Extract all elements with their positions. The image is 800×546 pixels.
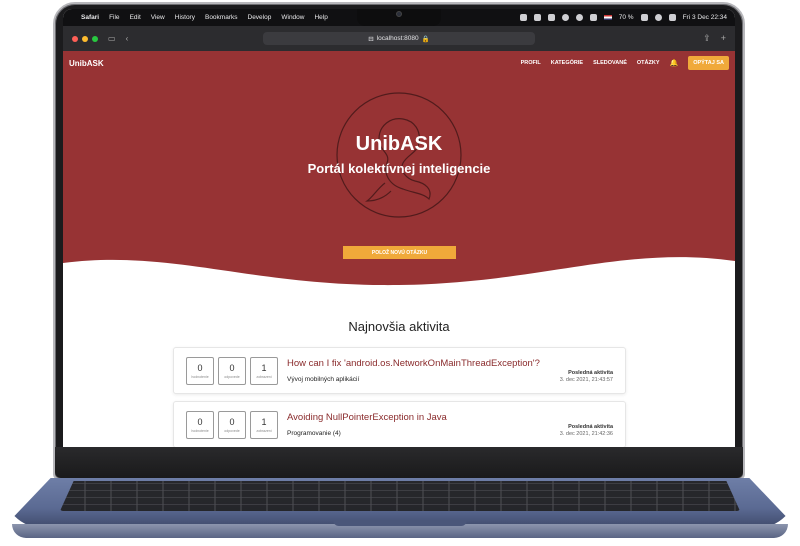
question-category[interactable]: Programovanie (4): [287, 430, 341, 437]
menubar-item-file[interactable]: File: [109, 14, 119, 21]
battery-percent[interactable]: 70 %: [619, 14, 634, 21]
answers-label: odpovede: [224, 429, 240, 433]
views-label: zobrazení: [256, 429, 272, 433]
page-settings-icon[interactable]: ⊟: [368, 35, 373, 43]
question-last-activity: Posledná aktivita 3. dec 2021, 21:43:57: [560, 370, 613, 383]
sync-icon[interactable]: [575, 14, 583, 21]
menubar-clock[interactable]: Fri 3 Dec 22:34: [683, 14, 727, 21]
votes-box: 0 hodnotenie: [186, 411, 214, 439]
latest-activity-heading: Najnovšia aktivita: [348, 319, 450, 334]
menubar-item-history[interactable]: History: [175, 14, 195, 21]
votes-label: hodnotenie: [191, 375, 209, 379]
bell-icon[interactable]: 🔔: [670, 59, 679, 67]
control-center-icon[interactable]: [668, 14, 676, 21]
question-card[interactable]: 0 hodnotenie 0 odpovede 1 zobrazení How …: [173, 347, 626, 394]
laptop-base-rim: [12, 524, 788, 538]
menubar-item-bookmarks[interactable]: Bookmarks: [205, 14, 238, 21]
answers-box: 0 odpovede: [218, 411, 246, 439]
parking-icon[interactable]: [519, 14, 527, 21]
lock-icon: 🔒: [421, 35, 430, 43]
votes-count: 0: [197, 417, 203, 427]
creative-cloud-icon[interactable]: [561, 14, 569, 21]
nav-link-profile[interactable]: PROFIL: [521, 60, 541, 66]
menubar-item-develop[interactable]: Develop: [248, 14, 272, 21]
views-box: 1 zobrazení: [250, 357, 278, 385]
zoom-window-button[interactable]: [92, 35, 98, 42]
last-activity-label: Posledná aktivita: [568, 424, 613, 430]
question-stats: 0 hodnotenie 0 odpovede 1 zobrazení: [186, 411, 278, 439]
web-page: UnibASK PROFIL KATEGÓRIE SLEDOVANÉ OTÁZK…: [63, 51, 735, 447]
grid-icon[interactable]: [547, 14, 555, 21]
address-bar[interactable]: ⊟ localhost:8080 🔒: [263, 32, 535, 45]
question-last-activity: Posledná aktivita 3. dec 2021, 21:42:36: [560, 424, 613, 437]
views-count: 1: [261, 417, 267, 427]
menubar-item-help[interactable]: Help: [314, 14, 327, 21]
question-category[interactable]: Vývoj mobilných aplikácií: [287, 376, 359, 383]
hero-title: UnibASK: [355, 133, 443, 155]
views-box: 1 zobrazení: [250, 411, 278, 439]
window-controls: [72, 35, 98, 42]
laptop-keyboard: [60, 481, 740, 511]
wifi-icon[interactable]: [654, 14, 662, 21]
question-stats: 0 hodnotenie 0 odpovede 1 zobrazení: [186, 357, 278, 385]
address-bar-url: localhost:8080: [376, 35, 419, 42]
question-title-link[interactable]: How can I fix 'android.os.NetworkOnMainT…: [287, 358, 540, 369]
answers-count: 0: [229, 363, 235, 373]
laptop-screen: Safari File Edit View History Bookmarks …: [63, 9, 735, 447]
hero-subtitle: Portál kolektívnej inteligencie: [307, 161, 491, 176]
laptop-hinge-notch: [333, 520, 467, 526]
safari-toolbar: ▭ ‹ ⊟ localhost:8080 🔒 ⇪ +: [63, 26, 735, 51]
close-window-button[interactable]: [72, 35, 78, 42]
answers-box: 0 odpovede: [218, 357, 246, 385]
share-icon[interactable]: ⇪: [703, 33, 711, 44]
views-count: 1: [261, 363, 267, 373]
nav-link-questions[interactable]: OTÁZKY: [637, 60, 660, 66]
votes-box: 0 hodnotenie: [186, 357, 214, 385]
answers-label: odpovede: [224, 375, 240, 379]
battery-icon[interactable]: [640, 14, 648, 21]
answers-count: 0: [229, 417, 235, 427]
brand-logo-text[interactable]: UnibASK: [69, 59, 104, 68]
laptop-lid-bezel: [55, 447, 743, 478]
nav-link-followed[interactable]: SLEDOVANÉ: [593, 60, 627, 66]
clipboard-icon[interactable]: [589, 14, 597, 21]
menubar-item-window[interactable]: Window: [281, 14, 304, 21]
nav-link-categories[interactable]: KATEGÓRIE: [551, 60, 583, 66]
last-activity-date: 3. dec 2021, 21:43:57: [559, 377, 613, 383]
views-label: zobrazení: [256, 375, 272, 379]
ask-new-question-button[interactable]: POLOŽ NOVÚ OTÁZKU: [343, 246, 456, 259]
menubar-item-edit[interactable]: Edit: [130, 14, 141, 21]
sidebar-toggle-icon[interactable]: ▭: [108, 34, 116, 43]
minimize-window-button[interactable]: [82, 35, 88, 42]
keyboard-layout-flag-icon[interactable]: [603, 15, 612, 20]
top-navigation: UnibASK PROFIL KATEGÓRIE SLEDOVANÉ OTÁZK…: [63, 51, 735, 75]
last-activity-label: Posledná aktivita: [568, 370, 613, 376]
menubar-app-name[interactable]: Safari: [81, 14, 99, 21]
last-activity-date: 3. dec 2021, 21:42:36: [559, 431, 613, 437]
votes-label: hodnotenie: [191, 429, 209, 433]
question-card[interactable]: 0 hodnotenie 0 odpovede 1 zobrazení Avoi…: [173, 401, 626, 447]
menubar-item-view[interactable]: View: [151, 14, 165, 21]
back-icon[interactable]: ‹: [126, 34, 129, 43]
question-title-link[interactable]: Avoiding NullPointerException in Java: [287, 412, 447, 423]
ask-question-button[interactable]: OPÝTAJ SA: [688, 56, 729, 70]
new-tab-icon[interactable]: +: [721, 33, 726, 44]
app-status-icon[interactable]: [533, 14, 541, 21]
votes-count: 0: [197, 363, 203, 373]
camera-icon: [396, 11, 402, 17]
